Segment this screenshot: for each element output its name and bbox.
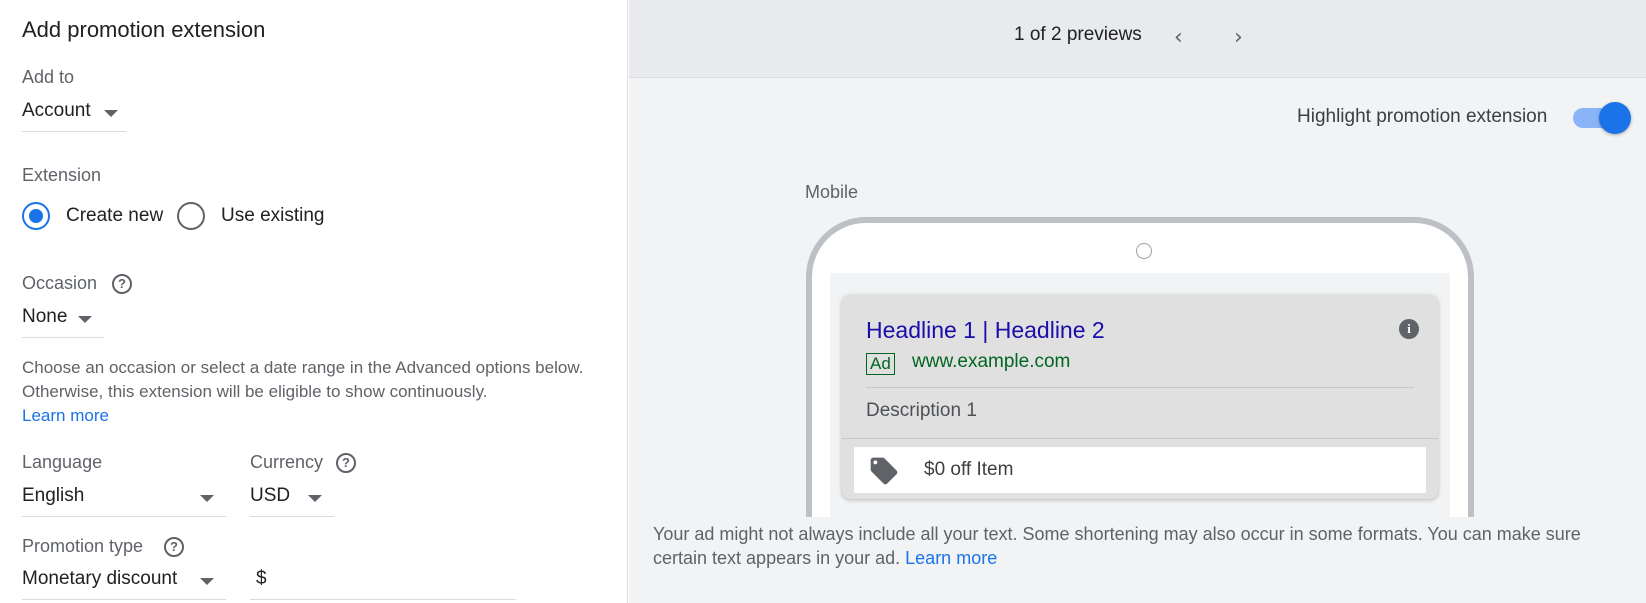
extension-label: Extension (22, 165, 102, 185)
create-new-radio[interactable] (22, 202, 50, 230)
learn-more-link[interactable]: Learn more (22, 406, 109, 425)
occasion-select[interactable]: None (22, 302, 104, 338)
device-label: Mobile (805, 182, 859, 202)
language-select[interactable]: English (22, 481, 226, 517)
preview-panel: 1 of 2 previews ‹ › Highlight promotion … (629, 0, 1646, 603)
currency-label: Currency (250, 452, 324, 472)
promotion-type-label: Promotion type (22, 536, 144, 556)
phone-mockup: Headline 1 | Headline 2 i Ad www.example… (806, 217, 1474, 517)
language-label: Language (22, 452, 103, 472)
chevron-down-icon (104, 110, 118, 117)
chevron-down-icon (78, 316, 92, 323)
highlight-toggle-knob[interactable] (1599, 102, 1631, 134)
chevron-down-icon (200, 495, 214, 502)
ad-badge: Ad (866, 353, 895, 375)
currency-value: USD (250, 485, 291, 506)
add-to-select[interactable]: Account (22, 96, 126, 132)
amount-input[interactable]: $ (250, 564, 516, 600)
occasion-help-body: Choose an occasion or select a date rang… (22, 358, 584, 401)
use-existing-radio[interactable] (177, 202, 205, 230)
promotion-form-panel: Add promotion extension Add to Account E… (0, 0, 628, 603)
create-new-label[interactable]: Create new (66, 205, 163, 227)
ad-url: www.example.com (912, 351, 1071, 372)
occasion-help-text: Choose an occasion or select a date rang… (22, 356, 592, 428)
promotion-type-select[interactable]: Monetary discount (22, 564, 226, 600)
ad-card: Headline 1 | Headline 2 i Ad www.example… (842, 295, 1438, 499)
chevron-right-icon[interactable]: › (1234, 25, 1243, 50)
help-icon[interactable]: ? (336, 453, 356, 473)
add-to-value: Account (22, 100, 91, 121)
tag-icon (870, 457, 898, 485)
highlight-toggle-label: Highlight promotion extension (1297, 106, 1548, 127)
promotion-text: $0 off Item (924, 459, 1014, 480)
preview-disclaimer: Your ad might not always include all you… (653, 522, 1613, 570)
camera-icon (1136, 243, 1152, 259)
phone-screen: Headline 1 | Headline 2 i Ad www.example… (830, 273, 1450, 517)
chevron-left-icon[interactable]: ‹ (1174, 25, 1183, 50)
promotion-type-value: Monetary discount (22, 568, 178, 589)
help-icon[interactable]: ? (112, 274, 132, 294)
add-to-label: Add to (22, 67, 75, 87)
divider (866, 387, 1414, 388)
ad-headline[interactable]: Headline 1 | Headline 2 (866, 317, 1105, 344)
chevron-down-icon (200, 578, 214, 585)
page-title: Add promotion extension (22, 17, 266, 42)
occasion-label: Occasion (22, 273, 98, 293)
currency-select[interactable]: USD (250, 481, 334, 517)
divider (842, 438, 1438, 439)
help-icon[interactable]: ? (164, 537, 184, 557)
ad-description: Description 1 (866, 400, 977, 421)
use-existing-label[interactable]: Use existing (221, 205, 325, 227)
preview-toolbar: 1 of 2 previews ‹ › (629, 0, 1646, 78)
learn-more-link[interactable]: Learn more (905, 548, 997, 568)
currency-prefix: $ (256, 568, 267, 589)
chevron-down-icon (308, 495, 322, 502)
preview-counter: 1 of 2 previews (1014, 24, 1142, 45)
info-icon[interactable]: i (1399, 319, 1419, 339)
disclaimer-text: Your ad might not always include all you… (653, 524, 1581, 568)
language-value: English (22, 485, 85, 506)
promotion-row: $0 off Item (854, 447, 1426, 493)
occasion-value: None (22, 306, 68, 327)
